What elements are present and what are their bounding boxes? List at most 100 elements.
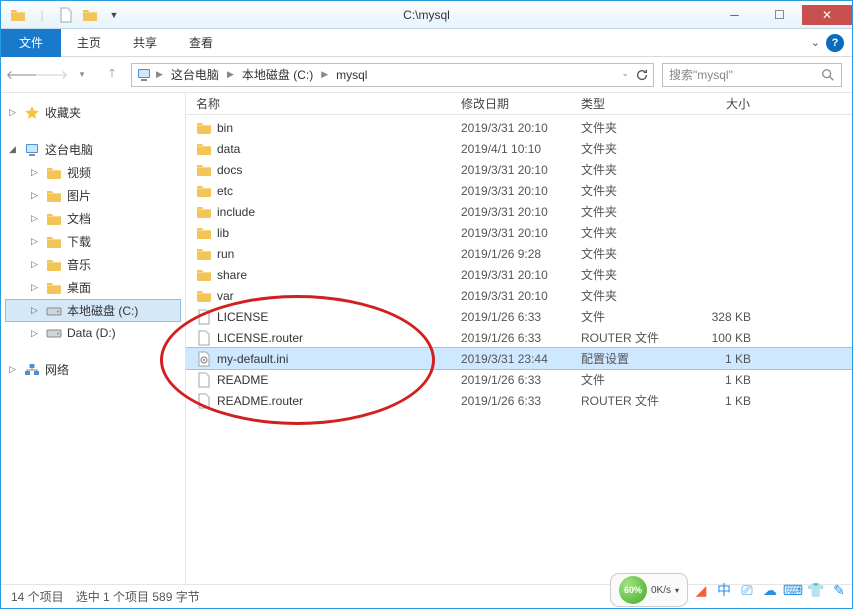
tray-icon-5[interactable]: ⌨ xyxy=(783,580,803,600)
chevron-down-icon[interactable]: ▾ xyxy=(675,586,679,595)
file-size: 100 KB xyxy=(681,331,761,345)
file-row[interactable]: LICENSE.router 2019/1/26 6:33ROUTER 文件100… xyxy=(186,327,852,348)
tray-icon-1[interactable]: ◢ xyxy=(691,580,711,600)
chevron-right-icon[interactable]: ▶ xyxy=(154,69,165,80)
chevron-down-icon[interactable]: ◢ xyxy=(9,144,19,155)
view-tab[interactable]: 查看 xyxy=(173,29,229,57)
search-input[interactable]: 搜索"mysql" xyxy=(662,63,842,87)
file-row[interactable]: my-default.ini2019/3/31 23:44配置设置1 KB xyxy=(186,348,852,369)
file-list: bin2019/3/31 20:10文件夹data2019/4/1 10:10文… xyxy=(186,115,852,584)
file-icon xyxy=(196,330,212,346)
tray-icon-6[interactable]: 👕 xyxy=(806,580,826,600)
file-type: ROUTER 文件 xyxy=(571,392,681,409)
status-count: 14 个项目 xyxy=(11,588,64,605)
file-size: 1 KB xyxy=(681,352,761,366)
window-title: C:\mysql xyxy=(403,8,450,22)
file-row[interactable]: share2019/3/31 20:10文件夹 xyxy=(186,264,852,285)
sidebar-favorites[interactable]: ▷ 收藏夹 xyxy=(5,101,181,124)
sidebar-documents[interactable]: ▷文档 xyxy=(5,207,181,230)
chevron-right-icon[interactable]: ▷ xyxy=(9,364,19,375)
file-date: 2019/3/31 20:10 xyxy=(451,289,571,303)
share-tab[interactable]: 共享 xyxy=(117,29,173,57)
new-folder-icon[interactable] xyxy=(79,4,101,26)
search-icon xyxy=(821,68,835,82)
file-row[interactable]: etc2019/3/31 20:10文件夹 xyxy=(186,180,852,201)
properties-icon[interactable] xyxy=(55,4,77,26)
close-button[interactable]: ✕ xyxy=(802,5,852,25)
file-row[interactable]: README.router2019/1/26 6:33ROUTER 文件1 KB xyxy=(186,390,852,411)
sidebar-network[interactable]: ▷ 网络 xyxy=(5,358,181,381)
recent-dropdown[interactable]: ▾ xyxy=(71,64,93,86)
sidebar-music[interactable]: ▷音乐 xyxy=(5,253,181,276)
speed-widget[interactable]: 60% 0K/s ▾ xyxy=(610,573,688,607)
file-row[interactable]: data2019/4/1 10:10文件夹 xyxy=(186,138,852,159)
sidebar-data-d[interactable]: ▷Data (D:) xyxy=(5,322,181,344)
tray-icon-2[interactable]: 中 xyxy=(714,580,734,600)
sidebar-downloads[interactable]: ▷下载 xyxy=(5,230,181,253)
file-date: 2019/1/26 6:33 xyxy=(451,394,571,408)
file-size: 1 KB xyxy=(681,373,761,387)
chevron-right-icon[interactable]: ▶ xyxy=(225,69,236,80)
addr-dropdown[interactable]: ⌄ xyxy=(619,68,631,82)
file-date: 2019/1/26 6:33 xyxy=(451,331,571,345)
sidebar-thispc[interactable]: ◢ 这台电脑 xyxy=(5,138,181,161)
forward-button[interactable]: 🡒 xyxy=(41,64,63,86)
file-row[interactable]: README2019/1/26 6:33文件1 KB xyxy=(186,369,852,390)
home-tab[interactable]: 主页 xyxy=(61,29,117,57)
file-name: LICENSE.router xyxy=(217,331,303,345)
header-size[interactable]: 大小 xyxy=(681,93,761,114)
sidebar-local-c[interactable]: ▷本地磁盘 (C:) xyxy=(5,299,181,322)
titlebar: | ▼ C:\mysql ─ ☐ ✕ xyxy=(1,1,852,29)
file-row[interactable]: run2019/1/26 9:28文件夹 xyxy=(186,243,852,264)
chevron-right-icon[interactable]: ▶ xyxy=(319,69,330,80)
help-icon[interactable]: ? xyxy=(826,34,844,52)
file-type: 文件夹 xyxy=(571,224,681,241)
crumb-pc[interactable]: 这台电脑 xyxy=(167,64,223,85)
file-type: 文件夹 xyxy=(571,182,681,199)
folder-icon[interactable] xyxy=(7,4,29,26)
file-row[interactable]: docs2019/3/31 20:10文件夹 xyxy=(186,159,852,180)
file-type: 文件夹 xyxy=(571,287,681,304)
chevron-right-icon[interactable]: ▷ xyxy=(9,107,19,118)
header-type[interactable]: 类型 xyxy=(571,93,681,114)
file-row[interactable]: var2019/3/31 20:10文件夹 xyxy=(186,285,852,306)
header-date[interactable]: 修改日期 xyxy=(451,93,571,114)
folder-icon xyxy=(196,288,212,304)
folder-icon xyxy=(46,211,62,227)
file-row[interactable]: lib2019/3/31 20:10文件夹 xyxy=(186,222,852,243)
file-tab[interactable]: 文件 xyxy=(1,29,61,57)
header-name[interactable]: 名称 xyxy=(186,93,451,114)
file-type: ROUTER 文件 xyxy=(571,329,681,346)
qat-dropdown[interactable]: ▼ xyxy=(103,4,125,26)
file-type: 文件 xyxy=(571,308,681,325)
file-name: share xyxy=(217,268,247,282)
sidebar-desktop[interactable]: ▷桌面 xyxy=(5,276,181,299)
address-box[interactable]: ▶ 这台电脑 ▶ 本地磁盘 (C:) ▶ mysql ⌄ xyxy=(131,63,654,87)
folder-icon xyxy=(196,204,212,220)
crumb-folder[interactable]: mysql xyxy=(332,66,371,84)
file-name: bin xyxy=(217,121,233,135)
file-date: 2019/3/31 20:10 xyxy=(451,205,571,219)
file-name: docs xyxy=(217,163,242,177)
file-name: README xyxy=(217,373,268,387)
tray-icon-7[interactable]: ✎ xyxy=(829,580,849,600)
tray-icon-3[interactable]: ⎚ xyxy=(737,580,757,600)
maximize-button[interactable]: ☐ xyxy=(757,5,802,25)
crumb-drive[interactable]: 本地磁盘 (C:) xyxy=(238,64,317,85)
file-type: 文件夹 xyxy=(571,245,681,262)
refresh-icon[interactable] xyxy=(635,68,649,82)
up-button[interactable]: 🡑 xyxy=(101,64,123,86)
file-type: 文件 xyxy=(571,371,681,388)
minimize-button[interactable]: ─ xyxy=(712,5,757,25)
file-icon xyxy=(196,372,212,388)
tray-icon-4[interactable]: ☁ xyxy=(760,580,780,600)
file-row[interactable]: bin2019/3/31 20:10文件夹 xyxy=(186,117,852,138)
sidebar-videos[interactable]: ▷视频 xyxy=(5,161,181,184)
back-button[interactable]: 🡐 xyxy=(11,64,33,86)
file-date: 2019/4/1 10:10 xyxy=(451,142,571,156)
file-type: 文件夹 xyxy=(571,161,681,178)
expand-ribbon-icon[interactable]: ⌄ xyxy=(811,36,820,49)
file-row[interactable]: include2019/3/31 20:10文件夹 xyxy=(186,201,852,222)
file-row[interactable]: LICENSE2019/1/26 6:33文件328 KB xyxy=(186,306,852,327)
sidebar-pictures[interactable]: ▷图片 xyxy=(5,184,181,207)
